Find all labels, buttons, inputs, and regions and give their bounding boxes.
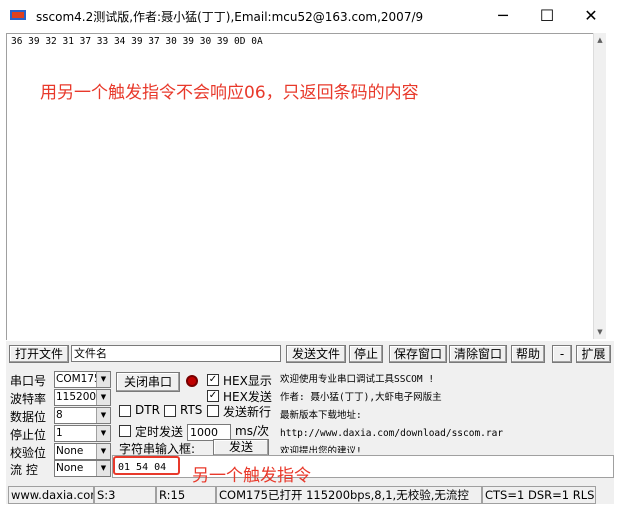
hex-send-checkbox[interactable]: ✓ — [207, 390, 219, 402]
flow-value: None — [56, 462, 84, 474]
dtr-label: DTR — [135, 403, 160, 417]
file-name-field[interactable]: 文件名 — [71, 345, 281, 362]
status-bar: www.daxia.com S:3 R:15 COM175已打开 115200b… — [6, 484, 614, 504]
hex-display-checkbox[interactable]: ✓ — [207, 374, 219, 386]
maximize-button[interactable]: ☐ — [524, 0, 570, 31]
parity-select[interactable]: None ▼ — [54, 443, 111, 460]
interval-unit: ms/次 — [235, 424, 269, 438]
chevron-down-icon: ▼ — [96, 461, 110, 476]
title-bar: sscom4.2测试版,作者:聂小猛(丁丁),Email:mcu52@163.c… — [0, 0, 620, 31]
app-icon — [10, 10, 26, 20]
status-received: R:15 — [156, 486, 216, 504]
send-annotation: 另一个触发指令 — [192, 466, 311, 486]
save-window-button[interactable]: 保存窗口 — [389, 345, 447, 363]
status-signals: CTS=1 DSR=1 RLSD — [482, 486, 596, 504]
chevron-down-icon: ▼ — [96, 444, 110, 459]
info-line: 最新版本下载地址: — [280, 410, 362, 421]
hex-display-label: HEX显示 — [223, 374, 272, 388]
rts-checkbox[interactable] — [164, 405, 176, 417]
close-port-button[interactable]: 关闭串口 — [116, 372, 180, 392]
status-url[interactable]: www.daxia.com — [8, 486, 94, 504]
databits-label: 数据位 — [10, 410, 47, 424]
stopbits-label: 停止位 — [10, 428, 47, 442]
open-file-button[interactable]: 打开文件 — [9, 345, 69, 363]
send-newline-label: 发送新行 — [223, 405, 272, 419]
baud-select[interactable]: 115200 ▼ — [54, 389, 111, 406]
send-button[interactable]: 发送 — [213, 439, 269, 456]
info-box: 欢迎使用专业串口调试工具SSCOM ! 作者: 聂小猛(丁丁),大虾电子网版主 … — [280, 371, 607, 453]
stop-button[interactable]: 停止 — [349, 345, 383, 363]
receive-scrollbar[interactable]: ▲ ▼ — [593, 33, 606, 339]
window-title: sscom4.2测试版,作者:聂小猛(丁丁),Email:mcu52@163.c… — [36, 10, 424, 24]
timed-send-label: 定时发送 — [135, 425, 184, 439]
scroll-down-icon[interactable]: ▼ — [594, 326, 606, 338]
chevron-down-icon: ▼ — [96, 426, 110, 441]
dtr-checkbox[interactable] — [119, 405, 131, 417]
parity-label: 校验位 — [10, 446, 47, 460]
edge-mark — [0, 126, 3, 140]
close-button[interactable]: ✕ — [568, 0, 614, 31]
port-value: COM175 — [56, 373, 101, 385]
flow-select[interactable]: None ▼ — [54, 460, 111, 477]
baud-value: 115200 — [56, 391, 97, 403]
send-file-button[interactable]: 发送文件 — [286, 345, 346, 363]
send-newline-checkbox[interactable] — [207, 405, 219, 417]
flow-label: 流 控 — [10, 463, 38, 477]
stopbits-select[interactable]: 1 ▼ — [54, 425, 111, 442]
rts-label: RTS — [180, 403, 203, 417]
port-select[interactable]: COM175 ▼ — [54, 371, 111, 388]
chevron-down-icon: ▼ — [96, 408, 110, 423]
info-line: 欢迎提出您的建议! — [280, 446, 362, 453]
databits-select[interactable]: 8 ▼ — [54, 407, 111, 424]
port-status-icon — [186, 375, 198, 387]
info-line: 欢迎使用专业串口调试工具SSCOM ! — [280, 374, 435, 385]
scroll-up-icon[interactable]: ▲ — [594, 34, 606, 46]
clear-window-button[interactable]: 清除窗口 — [449, 345, 507, 363]
send-input[interactable]: 01 54 04 — [113, 456, 180, 475]
baud-label: 波特率 — [10, 392, 47, 406]
chevron-down-icon: ▼ — [96, 390, 110, 405]
chevron-down-icon: ▼ — [96, 372, 110, 387]
minus-button[interactable]: - — [552, 345, 572, 363]
send-input-area[interactable] — [112, 455, 614, 478]
status-sent: S:3 — [94, 486, 156, 504]
info-line: 作者: 聂小猛(丁丁),大虾电子网版主 — [280, 392, 442, 403]
port-label: 串口号 — [10, 374, 47, 388]
receive-annotation: 用另一个触发指令不会响应06，只返回条码的内容 — [40, 83, 419, 103]
expand-button[interactable]: 扩展 — [576, 345, 611, 363]
timed-send-checkbox[interactable] — [119, 425, 131, 437]
receive-text: 36 39 32 31 37 33 34 39 37 30 39 30 39 0… — [11, 36, 263, 47]
help-button[interactable]: 帮助 — [511, 345, 545, 363]
status-port-state: COM175已打开 115200bps,8,1,无校验,无流控 — [216, 486, 482, 504]
info-line: http://www.daxia.com/download/sscom.rar — [280, 428, 504, 439]
minimize-button[interactable]: ─ — [480, 0, 526, 31]
stopbits-value: 1 — [56, 427, 63, 439]
databits-value: 8 — [56, 409, 63, 421]
parity-value: None — [56, 445, 84, 457]
